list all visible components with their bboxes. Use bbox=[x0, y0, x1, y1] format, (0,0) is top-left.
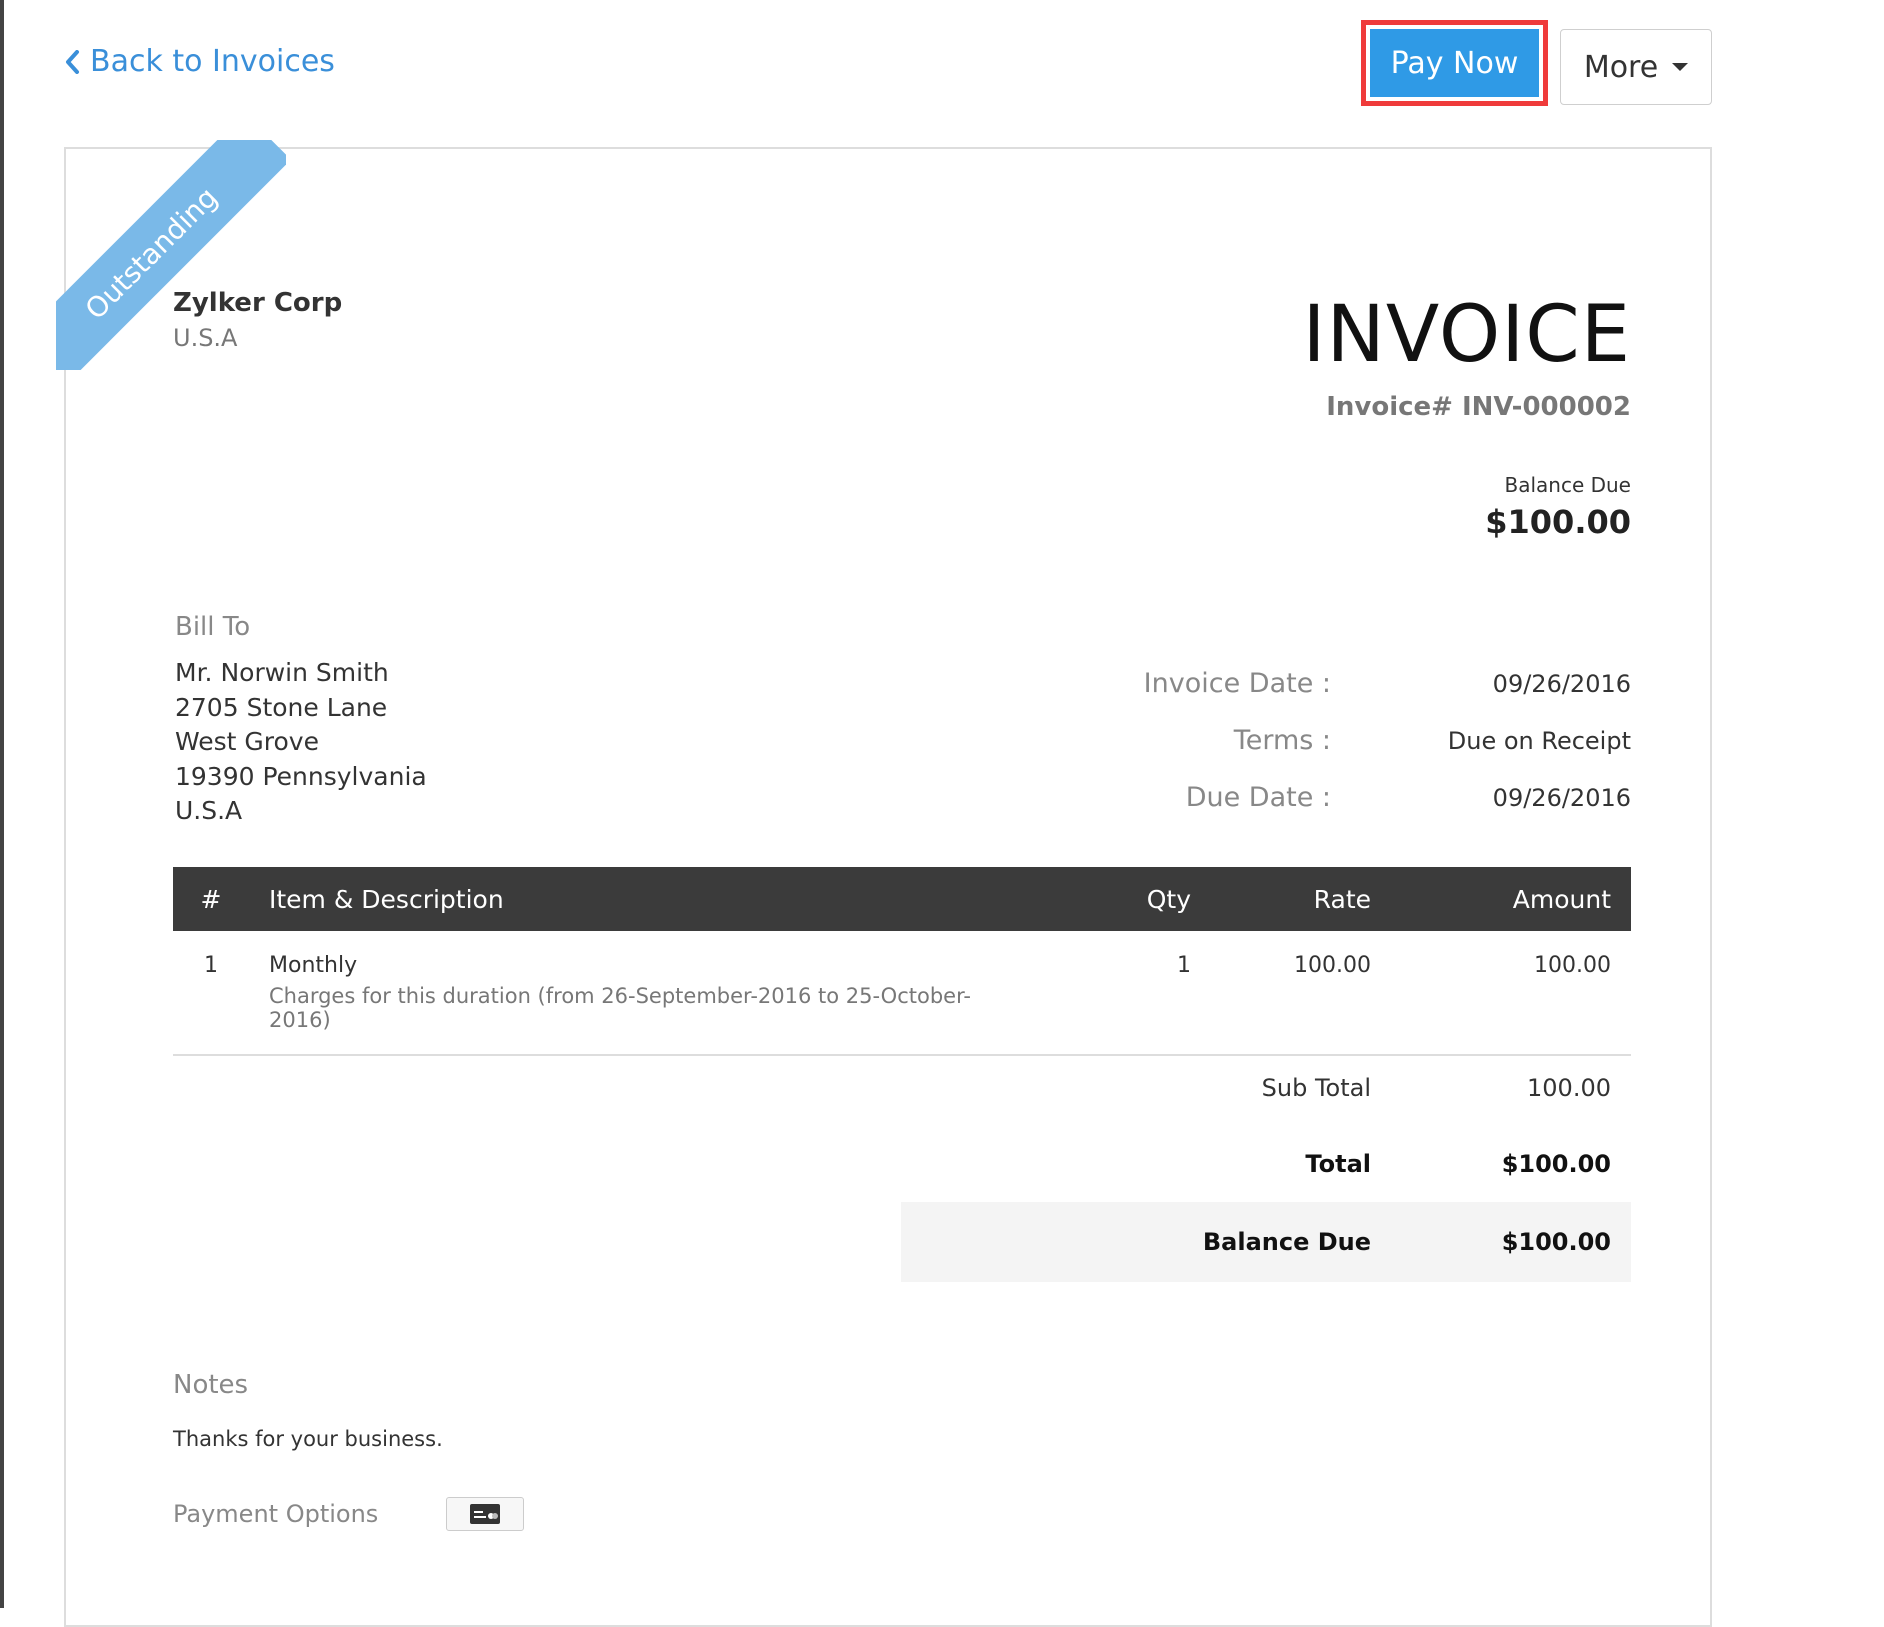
balance-due-total-label: Balance Due bbox=[1202, 1228, 1371, 1256]
col-header-index: # bbox=[200, 884, 222, 914]
cell-index: 1 bbox=[204, 953, 218, 978]
col-header-amount: Amount bbox=[1512, 884, 1611, 914]
subtotal-value: 100.00 bbox=[1527, 1074, 1611, 1102]
cell-rate: 100.00 bbox=[1294, 953, 1371, 978]
meta-value: 09/26/2016 bbox=[1492, 670, 1631, 698]
meta-label: Due Date : bbox=[1185, 782, 1331, 813]
meta-row-due-date: Due Date : 09/26/2016 bbox=[1031, 782, 1631, 839]
invoice-title: INVOICE bbox=[1302, 290, 1631, 380]
col-header-qty: Qty bbox=[1146, 884, 1191, 914]
subtotal-label: Sub Total bbox=[1261, 1074, 1371, 1102]
caret-down-icon bbox=[1672, 63, 1689, 71]
payment-options-label: Payment Options bbox=[173, 1500, 379, 1528]
more-dropdown-button[interactable]: More bbox=[1560, 29, 1712, 105]
balance-due-row: Balance Due $100.00 bbox=[901, 1202, 1631, 1282]
bill-to-address: Mr. Norwin Smith 2705 Stone Lane West Gr… bbox=[175, 656, 427, 829]
back-link-label: Back to Invoices bbox=[90, 44, 335, 79]
payment-card-button[interactable] bbox=[446, 1497, 524, 1531]
total-row: Total $100.00 bbox=[901, 1126, 1631, 1202]
item-description: Charges for this duration (from 26-Septe… bbox=[269, 984, 971, 1032]
col-header-rate: Rate bbox=[1313, 884, 1371, 914]
notes-text: Thanks for your business. bbox=[173, 1427, 443, 1451]
meta-label: Terms : bbox=[1233, 725, 1331, 756]
meta-value: 09/26/2016 bbox=[1492, 784, 1631, 812]
subtotal-row: Sub Total 100.00 bbox=[901, 1050, 1631, 1126]
meta-value: Due on Receipt bbox=[1447, 727, 1631, 755]
meta-row-invoice-date: Invoice Date : 09/26/2016 bbox=[1031, 668, 1631, 725]
line-items-table: # Item & Description Qty Rate Amount 1 M… bbox=[173, 867, 1631, 1056]
totals-section: Sub Total 100.00 Total $100.00 Balance D… bbox=[901, 1050, 1631, 1282]
cell-amount: 100.00 bbox=[1534, 953, 1611, 978]
pay-now-button[interactable]: Pay Now bbox=[1370, 29, 1539, 97]
credit-card-icon bbox=[470, 1504, 500, 1524]
status-ribbon-label: Outstanding bbox=[56, 140, 286, 370]
bill-to-line: U.S.A bbox=[175, 796, 243, 825]
chevron-left-icon bbox=[66, 49, 79, 74]
back-to-invoices-link[interactable]: Back to Invoices bbox=[64, 44, 335, 79]
bill-to-line: Mr. Norwin Smith bbox=[175, 658, 389, 687]
balance-due-amount: $100.00 bbox=[1485, 503, 1631, 541]
meta-label: Invoice Date : bbox=[1143, 668, 1331, 699]
col-header-item: Item & Description bbox=[269, 884, 504, 914]
window-edge bbox=[0, 0, 4, 1608]
cell-item: Monthly Charges for this duration (from … bbox=[249, 931, 1051, 1055]
pay-now-highlight: Pay Now bbox=[1361, 20, 1548, 106]
bill-to-line: 2705 Stone Lane bbox=[175, 692, 388, 722]
total-value: $100.00 bbox=[1501, 1150, 1611, 1178]
company-country: U.S.A bbox=[173, 324, 238, 352]
invoice-meta: Invoice Date : 09/26/2016 Terms : Due on… bbox=[1031, 668, 1631, 839]
invoice-number: Invoice# INV-000002 bbox=[1326, 392, 1631, 422]
notes-label: Notes bbox=[173, 1370, 249, 1400]
total-label: Total bbox=[1305, 1150, 1371, 1178]
bill-to-line: West Grove bbox=[175, 727, 319, 756]
table-row: 1 Monthly Charges for this duration (fro… bbox=[173, 931, 1631, 1055]
bill-to-label: Bill To bbox=[175, 612, 251, 642]
table-header-row: # Item & Description Qty Rate Amount bbox=[173, 867, 1631, 931]
more-button-label: More bbox=[1583, 49, 1659, 85]
balance-due-total-value: $100.00 bbox=[1501, 1228, 1611, 1256]
meta-row-terms: Terms : Due on Receipt bbox=[1031, 725, 1631, 782]
item-name: Monthly bbox=[269, 953, 358, 978]
status-ribbon: Outstanding bbox=[56, 140, 286, 370]
company-name: Zylker Corp bbox=[173, 288, 343, 318]
cell-qty: 1 bbox=[1177, 953, 1191, 978]
balance-due-label: Balance Due bbox=[1504, 473, 1631, 497]
bill-to-line: 19390 Pennsylvania bbox=[175, 761, 427, 791]
